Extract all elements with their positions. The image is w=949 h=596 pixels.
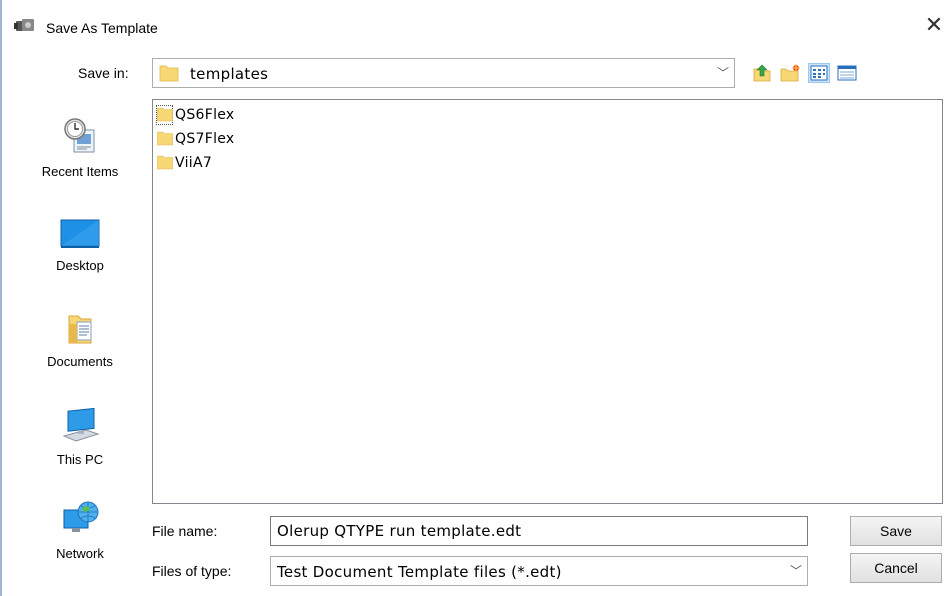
network-icon (63, 501, 99, 532)
place-label: This PC (56, 452, 104, 467)
place-this-pc[interactable]: This PC (30, 406, 130, 467)
window-left-border (0, 0, 2, 596)
list-view-icon[interactable] (809, 64, 829, 82)
up-folder-icon[interactable] (751, 63, 773, 83)
save-in-value: templates (190, 65, 269, 83)
close-button[interactable]: ✕ (922, 14, 946, 38)
file-type-dropdown[interactable]: Test Document Template files (*.edt) ﹀ (270, 556, 808, 586)
documents-icon (68, 315, 92, 344)
place-network[interactable]: Network (30, 500, 130, 561)
save-in-dropdown[interactable]: templates ﹀ (152, 58, 735, 88)
title-bar: Save As Template ✕ (0, 0, 949, 48)
chevron-down-icon[interactable]: ﹀ (785, 557, 807, 585)
file-name-input[interactable]: Olerup QTYPE run template.edt (270, 516, 808, 546)
desktop-icon (60, 219, 100, 248)
file-type-label: Files of type: (152, 563, 232, 579)
list-view-button[interactable] (808, 63, 830, 83)
folder-icon (157, 131, 173, 146)
file-list[interactable]: QS6Flex QS7Flex ViiA7 (152, 99, 943, 504)
folder-icon (157, 107, 173, 122)
file-name: QS6Flex (175, 107, 235, 123)
file-name-label: File name: (152, 523, 218, 539)
window-title: Save As Template (46, 20, 158, 36)
close-icon[interactable]: ✕ (925, 13, 943, 38)
save-in-label: Save in: (78, 65, 129, 81)
save-button[interactable]: Save (850, 516, 942, 546)
place-recent-items[interactable]: Recent Items (30, 116, 130, 179)
chevron-down-icon[interactable]: ﹀ (712, 59, 734, 87)
place-desktop[interactable]: Desktop (30, 218, 130, 273)
place-documents[interactable]: Documents (30, 312, 130, 369)
file-name: ViiA7 (175, 155, 213, 171)
folder-icon (157, 155, 173, 170)
details-view-icon[interactable] (836, 63, 858, 83)
place-label: Desktop (56, 258, 104, 273)
file-type-value: Test Document Template files (*.edt) (277, 563, 562, 581)
recent-items-icon (64, 118, 95, 153)
file-name: QS7Flex (175, 131, 235, 147)
folder-icon (159, 65, 179, 82)
app-icon (14, 19, 34, 31)
place-label: Recent Items (41, 164, 119, 179)
place-label: Documents (47, 354, 113, 369)
new-folder-icon[interactable] (779, 63, 801, 83)
place-label: Network (56, 546, 104, 561)
cancel-button[interactable]: Cancel (850, 553, 942, 583)
this-pc-icon (62, 407, 100, 442)
